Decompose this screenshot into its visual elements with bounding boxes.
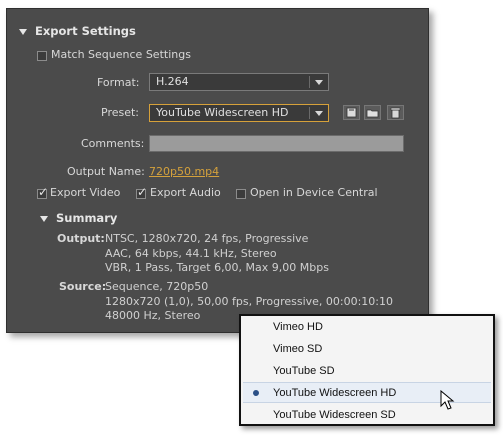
comments-label: Comments: xyxy=(81,137,145,150)
menu-item-label: Vimeo HD xyxy=(273,321,323,333)
collapse-triangle-icon[interactable] xyxy=(40,216,48,222)
summary-output-label: Output: xyxy=(57,232,105,245)
menu-item-label: YouTube Widescreen HD xyxy=(273,387,397,399)
menu-item-vimeo-sd[interactable]: Vimeo SD xyxy=(243,339,491,360)
summary-source-label: Source: xyxy=(59,280,107,293)
mouse-pointer-icon xyxy=(440,390,455,410)
menu-item-label: Vimeo SD xyxy=(273,343,323,355)
chevron-down-icon xyxy=(315,111,323,116)
match-sequence-checkbox[interactable] xyxy=(37,51,47,61)
export-audio-checkbox[interactable]: ✓ xyxy=(136,185,148,199)
preset-label: Preset: xyxy=(101,106,140,119)
preset-dropdown[interactable]: YouTube Widescreen HD xyxy=(149,104,329,122)
dropdown-separator xyxy=(309,76,310,88)
summary-title: Summary xyxy=(56,211,118,225)
export-audio-label: Export Audio xyxy=(150,186,221,199)
export-video-label: Export Video xyxy=(50,186,121,199)
menu-item-label: YouTube Widescreen SD xyxy=(273,409,396,421)
save-preset-icon xyxy=(346,107,357,118)
output-name-link[interactable]: 720p50.mp4 xyxy=(149,165,219,178)
summary-output-text: NTSC, 1280x720, 24 fps, Progressive AAC,… xyxy=(105,232,329,276)
summary-output-line: NTSC, 1280x720, 24 fps, Progressive xyxy=(105,232,309,245)
preset-menu: Vimeo HD Vimeo SD YouTube SD YouTube Wid… xyxy=(239,314,495,426)
menu-item-vimeo-hd[interactable]: Vimeo HD xyxy=(243,317,491,338)
summary-output-line: VBR, 1 Pass, Target 6,00, Max 9,00 Mbps xyxy=(105,261,329,274)
import-preset-button[interactable] xyxy=(364,105,381,120)
summary-source-line: Sequence, 720p50 xyxy=(105,280,209,293)
summary-output-line: AAC, 64 kbps, 44.1 kHz, Stereo xyxy=(105,246,277,260)
match-sequence-label: Match Sequence Settings xyxy=(51,48,191,61)
delete-preset-icon xyxy=(390,107,401,119)
import-preset-icon xyxy=(366,109,379,118)
checkmark-icon: ✓ xyxy=(38,185,49,199)
collapse-triangle-icon[interactable] xyxy=(19,29,27,35)
output-name-label: Output Name: xyxy=(67,165,145,178)
device-central-checkbox[interactable] xyxy=(236,189,246,199)
export-settings-panel: Export Settings Match Sequence Settings … xyxy=(6,8,429,333)
menu-item-label: YouTube SD xyxy=(273,365,335,377)
comments-field[interactable] xyxy=(149,135,404,152)
summary-source-line: 1280x720 (1,0), 50,00 fps, Progressive, … xyxy=(105,294,394,308)
export-video-checkbox[interactable]: ✓ xyxy=(37,185,49,199)
dropdown-separator xyxy=(309,107,310,119)
delete-preset-button[interactable] xyxy=(387,105,404,120)
save-preset-button[interactable] xyxy=(343,105,360,120)
format-label: Format: xyxy=(97,76,140,89)
device-central-label: Open in Device Central xyxy=(250,186,378,199)
preset-value: YouTube Widescreen HD xyxy=(156,106,289,119)
export-settings-title: Export Settings xyxy=(35,24,136,38)
format-value: H.264 xyxy=(156,75,189,88)
chevron-down-icon xyxy=(315,80,323,85)
checkmark-icon: ✓ xyxy=(137,185,148,199)
menu-item-youtube-sd[interactable]: YouTube SD xyxy=(243,361,491,382)
format-dropdown[interactable]: H.264 xyxy=(149,73,329,91)
selected-radio-icon xyxy=(253,390,259,396)
